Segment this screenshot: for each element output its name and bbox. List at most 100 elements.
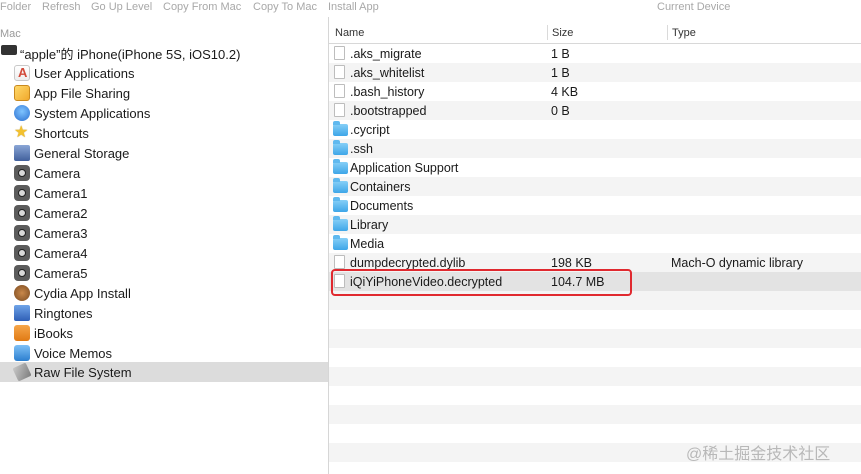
sidebar-item-camera1[interactable]: Camera1 (0, 183, 328, 203)
folder-icon (333, 178, 348, 194)
sidebar-item-label: Voice Memos (34, 346, 113, 361)
file-icon (333, 84, 347, 99)
sidebar-item-shortcuts[interactable]: ★ Shortcuts (0, 123, 328, 143)
sidebar-item-raw-file-system[interactable]: Raw File System (0, 362, 328, 382)
sidebar-item-label: Camera4 (34, 246, 88, 261)
sidebar-item-ibooks[interactable]: iBooks (0, 323, 328, 343)
device-row[interactable]: “apple”的 iPhone(iPhone 5S, iOS10.2) (0, 43, 328, 62)
file-name: dumpdecrypted.dylib (350, 256, 466, 270)
sidebar-item-cydia-app-install[interactable]: Cydia App Install (0, 283, 328, 303)
sidebar-item-system-applications[interactable]: System Applications (0, 103, 328, 123)
folder-icon (333, 216, 348, 232)
file-icon (333, 46, 347, 61)
sidebar-item-voice-memos[interactable]: Voice Memos (0, 343, 328, 363)
name-column-header[interactable]: Name (335, 27, 364, 39)
sidebar-item-label: Camera (34, 166, 81, 181)
copy-from-mac-button[interactable]: Copy From Mac (163, 1, 241, 13)
file-name: Application Support (350, 161, 459, 175)
sidebar-item-label: Camera2 (34, 206, 88, 221)
sidebar-item-label: Raw File System (34, 365, 132, 380)
current-device-label: Current Device (657, 1, 731, 13)
sidebar-item-label: iBooks (34, 326, 74, 341)
sidebar-item-camera2[interactable]: Camera2 (0, 203, 328, 223)
table-row[interactable]: .ssh (329, 139, 861, 158)
sidebar-item-camera5[interactable]: Camera5 (0, 263, 328, 283)
sidebar-item-label: User Applications (34, 66, 135, 81)
cydia-icon (14, 285, 30, 301)
mac-section-label: Mac (0, 28, 21, 40)
file-icon (333, 255, 347, 270)
sidebar-item-app-file-sharing[interactable]: App File Sharing (0, 83, 328, 103)
sidebar-item-label: Camera5 (34, 266, 88, 281)
sidebar-item-label: Cydia App Install (34, 286, 131, 301)
refresh-button[interactable]: Refresh (42, 1, 81, 13)
go-up-level-button[interactable]: Go Up Level (91, 1, 152, 13)
sidebar-item-label: Camera1 (34, 186, 88, 201)
sidebar-item-label: System Applications (34, 106, 151, 121)
camera-icon (14, 245, 30, 261)
table-row[interactable]: Media (329, 234, 861, 253)
file-size: 0 B (551, 104, 570, 118)
file-size: 4 KB (551, 85, 579, 99)
file-name: Documents (350, 199, 414, 213)
size-column-header[interactable]: Size (552, 27, 573, 39)
table-row[interactable]: Containers (329, 177, 861, 196)
sidebar-item-camera[interactable]: Camera (0, 163, 328, 183)
folder-icon (333, 197, 348, 213)
copy-to-mac-button[interactable]: Copy To Mac (253, 1, 317, 13)
table-row[interactable]: .aks_whitelist 1 B (329, 63, 861, 82)
sidebar-item-label: General Storage (34, 146, 130, 161)
table-row[interactable]: .bash_history 4 KB (329, 82, 861, 101)
table-row[interactable]: .bootstrapped 0 B (329, 101, 861, 120)
column-divider[interactable] (547, 25, 548, 40)
column-header: Name Size Type (329, 23, 861, 44)
sidebar-item-label: App File Sharing (34, 86, 131, 101)
install-app-button[interactable]: Install App (328, 1, 379, 13)
raw-file-system-icon (12, 362, 32, 382)
highlight-annotation-box (331, 269, 632, 296)
column-divider[interactable] (667, 25, 668, 40)
table-row[interactable]: .aks_migrate 1 B (329, 44, 861, 63)
file-size: 1 B (551, 47, 570, 61)
sidebar-item-label: Shortcuts (34, 126, 89, 141)
folder-icon (333, 159, 348, 175)
empty-row (329, 405, 861, 424)
file-name: Library (350, 218, 389, 232)
file-size: 198 KB (551, 256, 593, 270)
folder-button[interactable]: Folder (0, 1, 31, 13)
empty-row (329, 367, 861, 386)
system-applications-icon (14, 105, 30, 121)
sidebar-item-general-storage[interactable]: General Storage (0, 143, 328, 163)
sidebar-item-label: Camera3 (34, 226, 88, 241)
file-name: Containers (350, 180, 411, 194)
sidebar-item-ringtones[interactable]: Ringtones (0, 303, 328, 323)
ibooks-icon (14, 325, 30, 341)
file-rows: .aks_migrate 1 B .aks_whitelist 1 B .bas… (329, 44, 861, 474)
table-row[interactable]: Application Support (329, 158, 861, 177)
table-row[interactable]: Library (329, 215, 861, 234)
file-icon (333, 65, 347, 80)
camera-icon (14, 185, 30, 201)
ringtones-icon (14, 305, 30, 321)
iphone-icon (1, 45, 17, 55)
sidebar-item-camera3[interactable]: Camera3 (0, 223, 328, 243)
type-column-header[interactable]: Type (672, 27, 696, 39)
storage-icon (14, 145, 30, 161)
file-name: .bash_history (350, 85, 425, 99)
app-file-sharing-icon (14, 85, 30, 101)
file-name: .aks_whitelist (350, 66, 425, 80)
sidebar-item-label: Ringtones (34, 306, 93, 321)
empty-row (329, 348, 861, 367)
folder-icon (333, 140, 348, 156)
sidebar-item-user-applications[interactable]: User Applications (0, 63, 328, 83)
file-type: Mach-O dynamic library (671, 256, 803, 270)
folder-icon (333, 235, 348, 251)
file-name: .ssh (350, 142, 373, 156)
table-row[interactable]: Documents (329, 196, 861, 215)
table-row[interactable]: .cycript (329, 120, 861, 139)
sidebar-item-camera4[interactable]: Camera4 (0, 243, 328, 263)
folder-icon (333, 121, 348, 137)
file-name: .aks_migrate (350, 47, 422, 61)
camera-icon (14, 205, 30, 221)
toolbar: Folder Refresh Go Up Level Copy From Mac… (0, 0, 861, 17)
